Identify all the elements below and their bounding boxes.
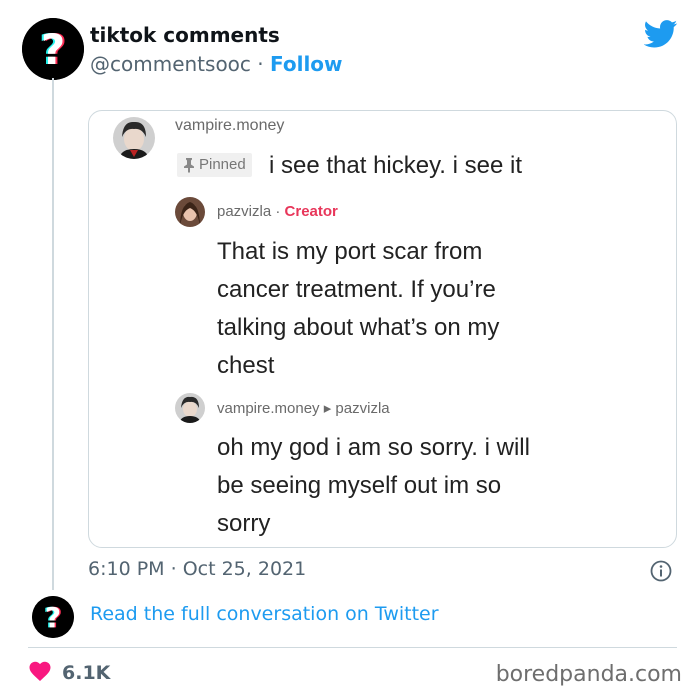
reply-username: vampire.money ▸ pazvizla bbox=[217, 399, 390, 417]
watermark: boredpanda.com bbox=[495, 662, 682, 687]
reply-line: chest bbox=[217, 352, 275, 379]
reply-line: That is my port scar from bbox=[217, 238, 483, 265]
reply-line: oh my god i am so sorry. i will bbox=[217, 434, 530, 461]
comment-text: i see that hickey. i see it bbox=[269, 152, 523, 179]
twitter-bird-icon[interactable] bbox=[643, 20, 678, 52]
reply-to-user: pazvizla bbox=[335, 400, 390, 417]
reply-line: talking about what’s on my bbox=[217, 314, 500, 341]
like-button[interactable]: 6.1K bbox=[28, 660, 110, 686]
commenter-avatar bbox=[113, 117, 155, 159]
reply-user: pazvizla bbox=[217, 203, 272, 220]
reply-arrow-icon: ▸ bbox=[323, 400, 332, 417]
follow-button[interactable]: Follow bbox=[270, 52, 343, 76]
reply-username: pazvizla · Creator bbox=[217, 203, 338, 220]
separator: · bbox=[257, 52, 264, 76]
pin-icon bbox=[182, 157, 196, 181]
display-name[interactable]: tiktok comments bbox=[90, 22, 343, 48]
tweet-time[interactable]: 6:10 PM bbox=[88, 558, 165, 580]
info-icon[interactable] bbox=[650, 560, 672, 586]
author-avatar[interactable]: ? ? ? bbox=[22, 18, 84, 80]
creator-badge: Creator bbox=[284, 203, 338, 220]
separator: · bbox=[275, 203, 281, 220]
author-info: tiktok comments @commentsooc · Follow bbox=[90, 22, 343, 78]
read-full-conversation-link[interactable]: Read the full conversation on Twitter bbox=[90, 603, 439, 625]
embedded-image[interactable]: vampire.money Pinned i see that hickey. … bbox=[88, 110, 677, 548]
reply-line: sorry bbox=[217, 510, 271, 537]
heart-icon[interactable] bbox=[28, 660, 52, 686]
conversation-avatar[interactable]: ? ? ? bbox=[32, 596, 74, 638]
like-count: 6.1K bbox=[62, 662, 111, 684]
tweet-timestamp[interactable]: 6:10 PM · Oct 25, 2021 bbox=[88, 558, 306, 580]
divider bbox=[28, 647, 677, 648]
reply-avatar bbox=[175, 393, 205, 423]
avatar-glyph: ? bbox=[41, 25, 65, 74]
comment-username: vampire.money bbox=[175, 117, 285, 134]
reply-line: be seeing myself out im so bbox=[217, 472, 502, 499]
avatar-glyph: ? bbox=[45, 601, 61, 634]
username[interactable]: @commentsooc bbox=[90, 52, 251, 76]
pinned-label: Pinned bbox=[199, 156, 246, 173]
reply-text: oh my god i am so sorry. i will be seein… bbox=[217, 429, 530, 543]
reply-line: cancer treatment. If you’re bbox=[217, 276, 496, 303]
separator: · bbox=[170, 558, 177, 580]
reply-user: vampire.money bbox=[217, 400, 320, 417]
reply-text: That is my port scar from cancer treatme… bbox=[217, 233, 499, 385]
creator-avatar bbox=[175, 197, 205, 227]
thread-line bbox=[52, 78, 54, 590]
pinned-badge: Pinned bbox=[177, 153, 252, 177]
tweet-date[interactable]: Oct 25, 2021 bbox=[183, 558, 307, 580]
